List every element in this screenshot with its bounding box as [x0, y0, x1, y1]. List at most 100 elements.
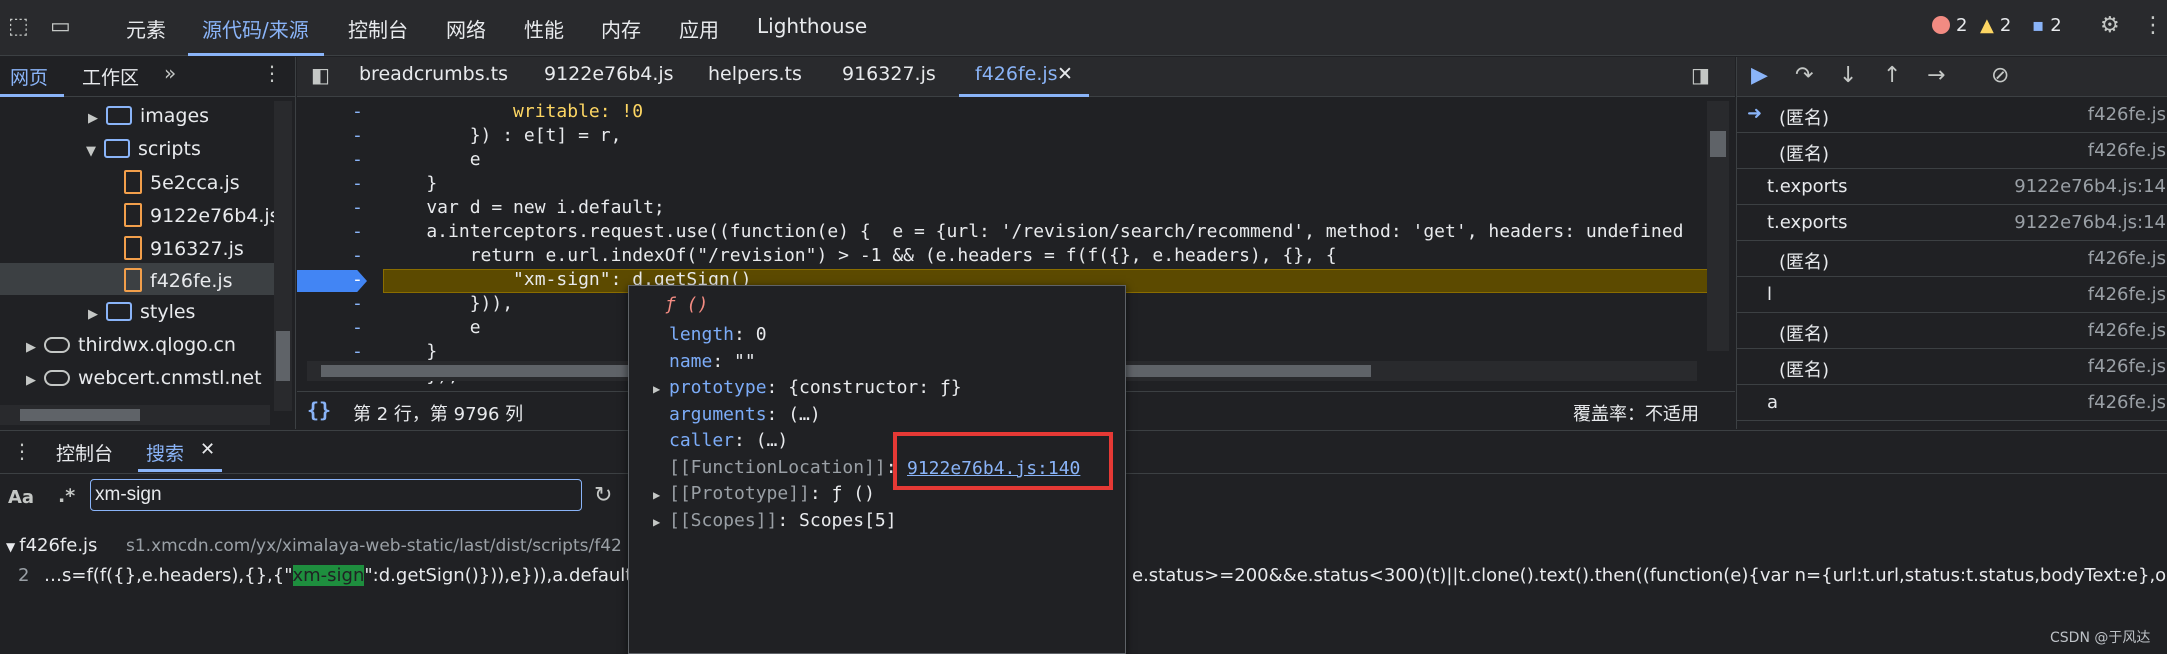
editor-vertical-scrollbar[interactable] — [1707, 101, 1729, 351]
deactivate-breakpoints-icon[interactable]: ⊘ — [1991, 65, 2009, 87]
tab-lighthouse[interactable]: Lighthouse — [757, 14, 867, 38]
call-frame[interactable]: t.exports 9122e76b4.js:14 — [1737, 205, 2167, 241]
tab-sources[interactable]: 源代码/来源 — [202, 14, 309, 43]
regex-toggle[interactable]: .* — [58, 485, 75, 507]
step-out-icon[interactable]: ↑ — [1883, 65, 1901, 87]
message-count[interactable]: ▪ 2 — [2032, 15, 2062, 36]
line-gutter[interactable]: - — [352, 197, 363, 218]
function-location-link[interactable]: 9122e76b4.js:140 — [907, 458, 1080, 479]
toggle-debugger-icon[interactable]: ◨ — [1691, 63, 1710, 87]
step-icon[interactable]: → — [1927, 65, 1945, 87]
tab-page[interactable]: 网页 — [10, 63, 48, 90]
property-row[interactable]: [[FunctionLocation]]: — [653, 457, 897, 478]
property-row[interactable]: length: 0 — [653, 324, 767, 345]
line-gutter[interactable]: - — [352, 173, 363, 194]
line-gutter[interactable]: - — [352, 293, 363, 314]
tab-memory[interactable]: 内存 — [601, 14, 641, 43]
call-frame[interactable]: (匿名) f426fe.js — [1737, 313, 2167, 349]
tab-network[interactable]: 网络 — [446, 14, 486, 43]
property-row[interactable]: name: "" — [653, 351, 756, 372]
debugger-toolbar: ▶ ↷ ↓ ↑ → ⊘ — [1737, 57, 2167, 97]
tab-application[interactable]: 应用 — [679, 14, 719, 43]
error-count[interactable]: 2 — [1932, 15, 1967, 36]
line-gutter[interactable]: - — [352, 149, 363, 170]
line-gutter[interactable]: - — [352, 269, 363, 290]
inspect-icon[interactable]: ⬚ — [8, 16, 29, 38]
match-case-toggle[interactable]: Aa — [8, 487, 34, 508]
line-gutter[interactable]: - — [352, 245, 363, 266]
result-file-header[interactable]: ▼ f426fe.js — [6, 535, 97, 556]
drawer-tab-search[interactable]: 搜索 — [146, 439, 184, 466]
vertical-scrollbar[interactable] — [274, 101, 292, 411]
expand-icon: ▶ — [26, 340, 36, 355]
horizontal-scrollbar[interactable] — [0, 405, 270, 425]
property-key: [[Scopes]] — [669, 509, 778, 531]
step-into-icon[interactable]: ↓ — [1839, 65, 1857, 87]
tree-file[interactable]: 916327.js — [124, 236, 244, 260]
property-row[interactable]: arguments: (…) — [653, 404, 821, 425]
code-line: } — [383, 173, 438, 194]
property-row[interactable]: ▶ [[Prototype]]: ƒ () — [653, 483, 875, 504]
editor-tab[interactable]: helpers.ts — [708, 63, 802, 85]
drawer-tab-console[interactable]: 控制台 — [56, 439, 113, 466]
tab-elements[interactable]: 元素 — [126, 14, 166, 43]
warning-count[interactable]: ▲ 2 — [1980, 15, 2011, 36]
cursor-position: 第 2 行，第 9796 列 — [353, 404, 524, 425]
result-text: …s=f(f({},e.headers),{},{"xm-sign":d.get… — [44, 565, 720, 586]
editor-tab[interactable]: 9122e76b4.js — [544, 63, 674, 85]
resume-icon[interactable]: ▶ — [1751, 65, 1768, 87]
code-line: writable: !0 — [383, 101, 644, 122]
call-frame[interactable]: a f426fe.js — [1737, 385, 2167, 421]
toggle-navigator-icon[interactable]: ◧ — [311, 63, 330, 87]
tree-file-selected[interactable]: f426fe.js — [124, 268, 233, 292]
frame-location: 9122e76b4.js:14 — [2014, 212, 2166, 233]
call-frame[interactable]: ➜ (匿名) f426fe.js — [1737, 97, 2167, 133]
expand-icon: ▶ — [26, 373, 36, 388]
call-frame[interactable]: l f426fe.js — [1737, 277, 2167, 313]
close-drawer-tab-icon[interactable]: ✕ — [200, 439, 215, 460]
nav-menu-icon[interactable]: ⋮ — [262, 61, 282, 85]
more-tabs-icon[interactable]: » — [164, 61, 176, 85]
line-gutter[interactable]: - — [352, 221, 363, 242]
property-row[interactable]: caller: (…) — [653, 430, 788, 451]
property-value: : 0 — [734, 324, 767, 345]
step-over-icon[interactable]: ↷ — [1795, 65, 1813, 87]
call-frame[interactable]: (匿名) f426fe.js — [1737, 349, 2167, 385]
line-gutter[interactable]: - — [352, 125, 363, 146]
watermark: CSDN @于风达 — [2050, 630, 2151, 646]
call-frame[interactable]: (匿名) f426fe.js — [1737, 241, 2167, 277]
tree-folder-styles[interactable]: ▶ styles — [88, 301, 195, 323]
more-icon[interactable]: ⋮ — [2142, 15, 2164, 37]
refresh-icon[interactable]: ↻ — [594, 483, 612, 508]
device-toggle-icon[interactable]: ▭ — [50, 16, 71, 38]
property-row[interactable]: ▶ prototype: {constructor: ƒ} — [653, 377, 962, 398]
tree-file[interactable]: 5e2cca.js — [124, 170, 240, 194]
file-icon — [124, 268, 142, 292]
call-frame[interactable]: t.exports 9122e76b4.js:14 — [1737, 169, 2167, 205]
search-input[interactable] — [90, 479, 582, 511]
tree-file[interactable]: 9122e76b4.js — [124, 203, 280, 227]
editor-tab[interactable]: breadcrumbs.ts — [359, 63, 508, 85]
line-gutter[interactable]: - — [352, 341, 363, 362]
more-icon[interactable]: ⋮ — [12, 439, 32, 463]
line-gutter[interactable]: - — [352, 101, 363, 122]
property-row[interactable]: ▶ [[Scopes]]: Scopes[5] — [653, 510, 897, 531]
expand-icon: ▶ — [653, 488, 661, 502]
result-file-path: s1.xmcdn.com/yx/ximalaya-web-static/last… — [126, 536, 622, 556]
editor-tab-active[interactable]: f426fe.js — [975, 63, 1058, 85]
tree-domain[interactable]: ▶ thirdwx.qlogo.cn — [26, 334, 236, 356]
tree-folder-scripts[interactable]: ▼ scripts — [86, 138, 201, 160]
tree-folder-images[interactable]: ▶ images — [88, 105, 209, 127]
line-gutter[interactable]: - — [352, 317, 363, 338]
call-frame[interactable]: (匿名) f426fe.js — [1737, 133, 2167, 169]
gear-icon[interactable]: ⚙ — [2100, 15, 2120, 37]
frame-name: a — [1767, 392, 1779, 413]
close-tab-icon[interactable]: ✕ — [1057, 63, 1073, 85]
pretty-print-icon[interactable]: {} — [307, 398, 331, 422]
tab-workspace[interactable]: 工作区 — [82, 63, 139, 90]
object-preview-popover: ƒ () length: 0 name: "" ▶ prototype: {const… — [628, 285, 1126, 654]
tree-domain[interactable]: ▶ webcert.cnmstl.net — [26, 367, 262, 389]
tab-performance[interactable]: 性能 — [524, 14, 564, 43]
tab-console[interactable]: 控制台 — [348, 14, 408, 43]
editor-tab[interactable]: 916327.js — [842, 63, 936, 85]
